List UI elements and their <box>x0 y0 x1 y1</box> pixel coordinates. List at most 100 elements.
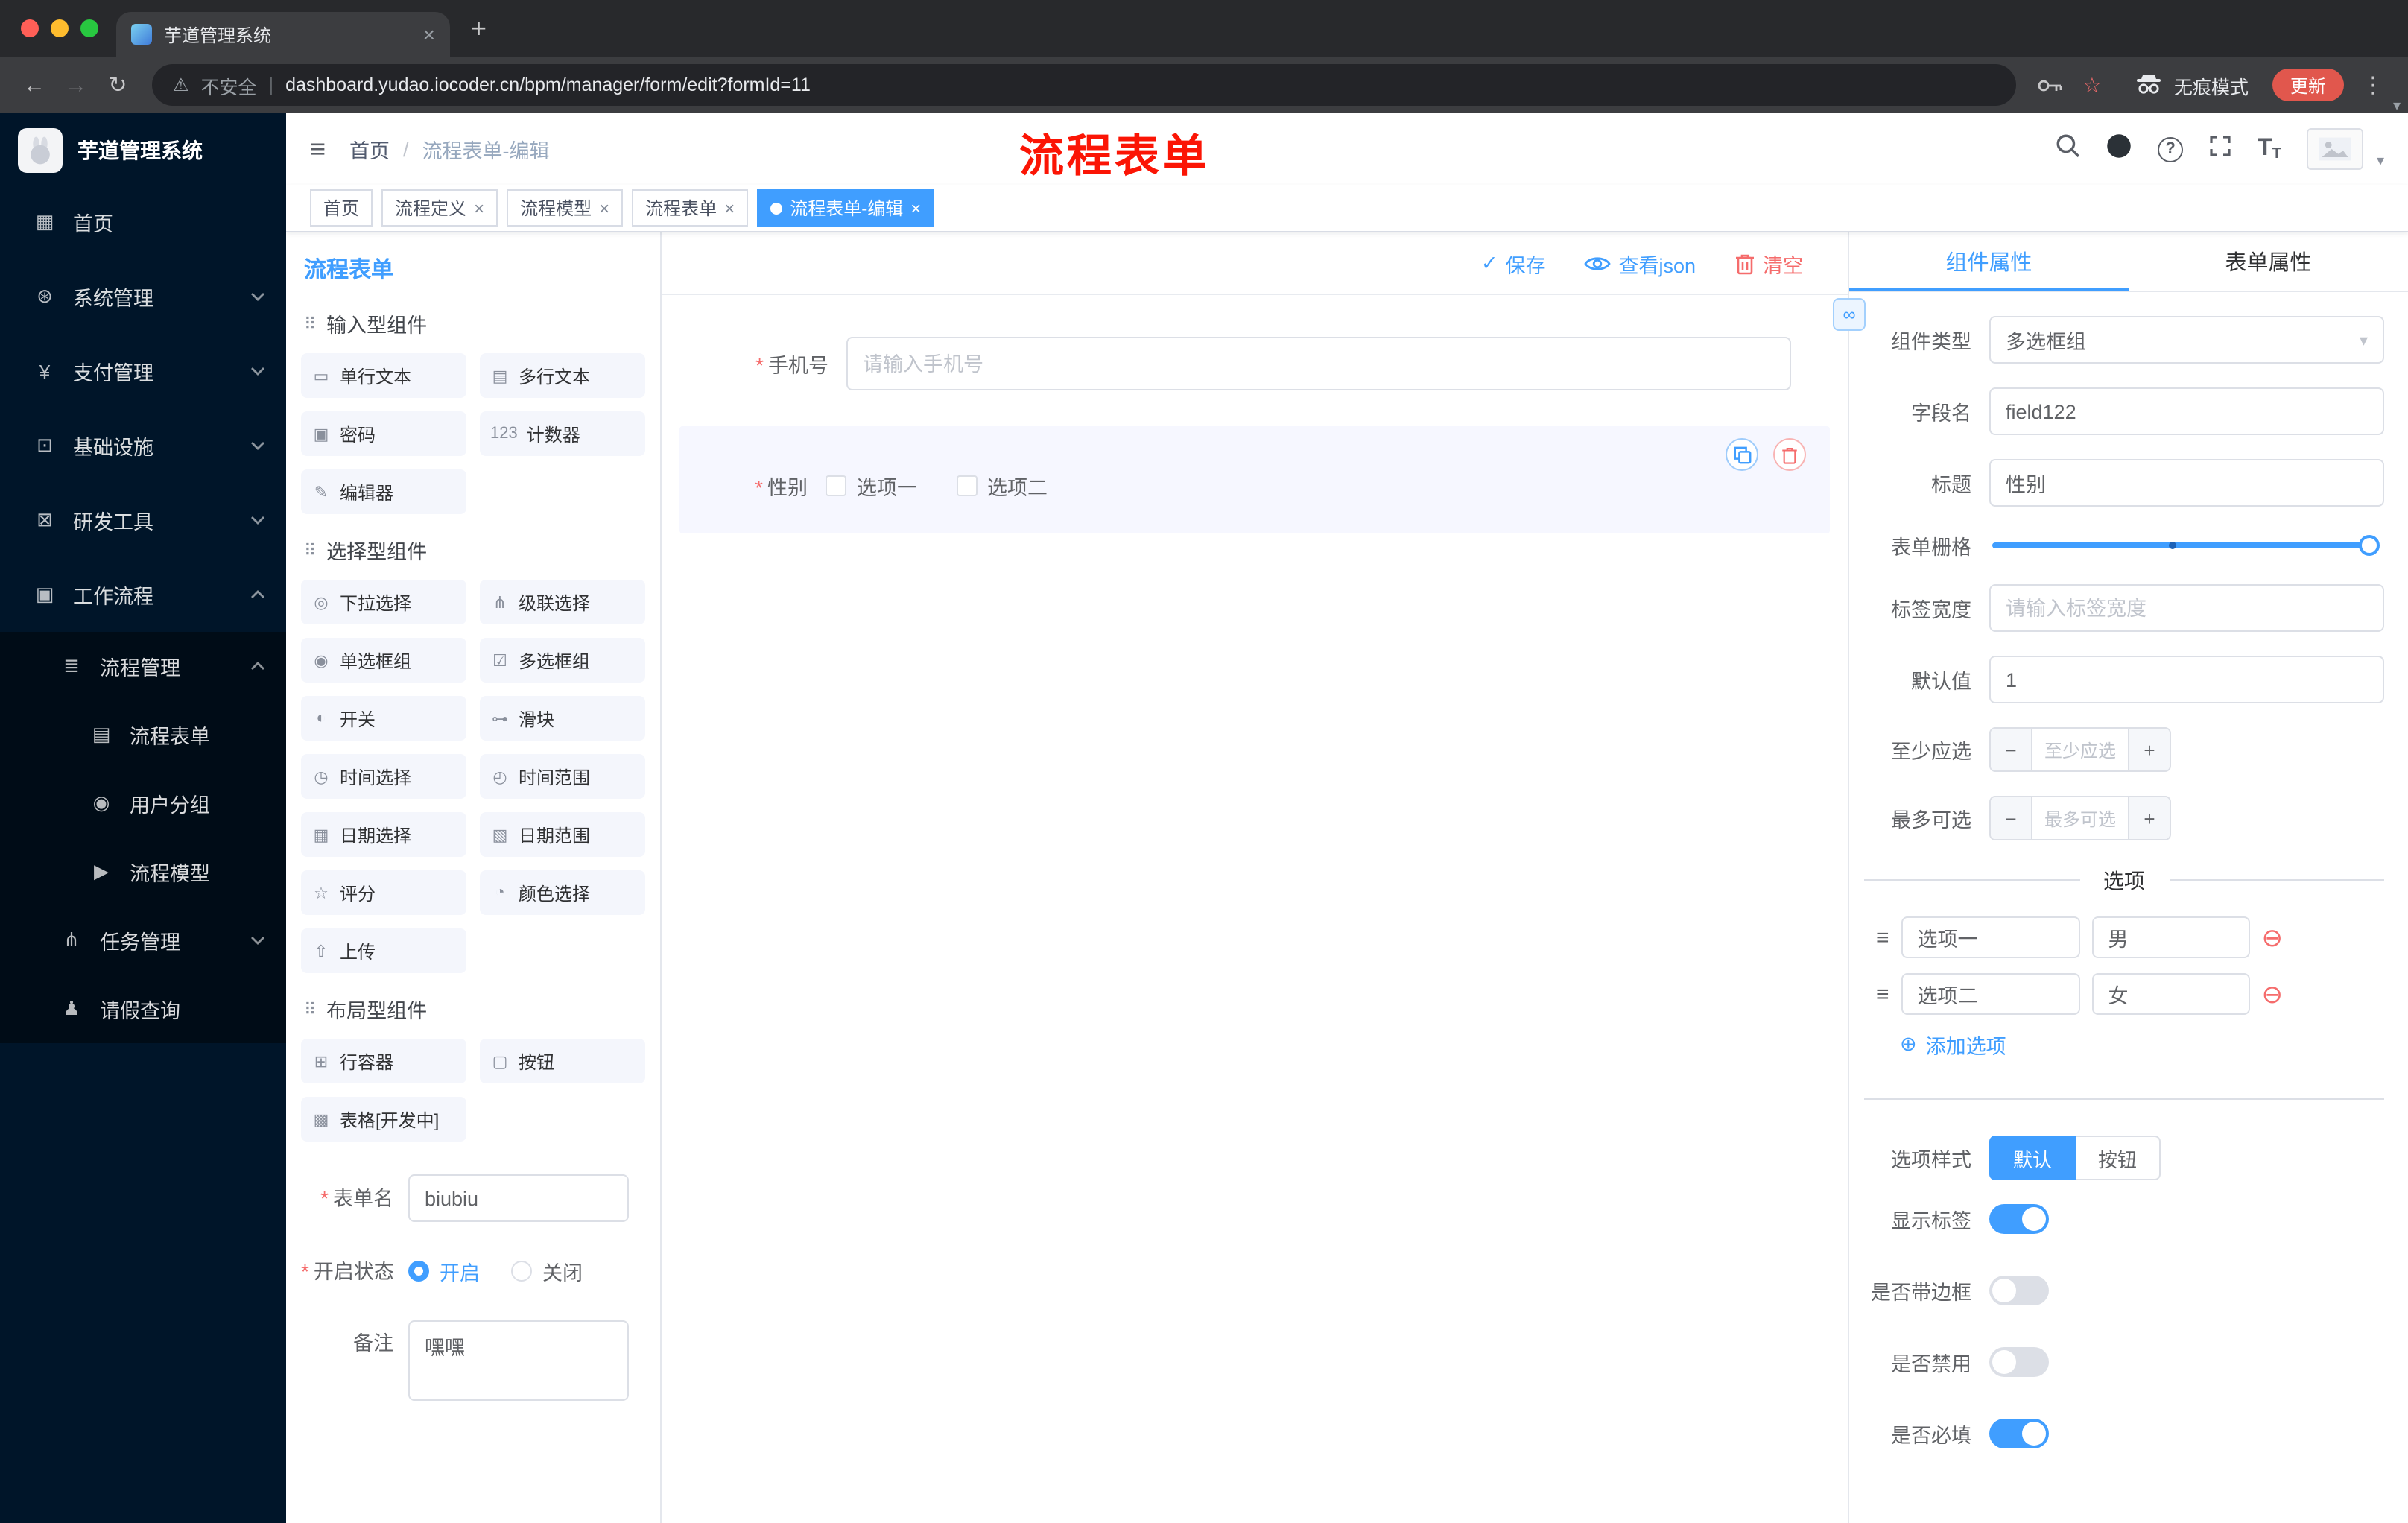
bookmark-star-icon[interactable]: ☆ <box>2073 72 2111 98</box>
chip-upload[interactable]: ⇧ 上传 <box>301 928 466 973</box>
sidebar-item-system[interactable]: ⊛ 系统管理 <box>0 259 286 334</box>
sidebar-item-payment[interactable]: ¥ 支付管理 <box>0 334 286 408</box>
checkbox-option-1[interactable]: 选项一 <box>826 471 917 501</box>
address-bar[interactable]: ⚠ 不安全 | dashboard.yudao.iocoder.cn/bpm/m… <box>152 64 2016 106</box>
chip-radio-group[interactable]: ◉ 单选框组 <box>301 638 466 683</box>
copy-field-button[interactable] <box>1726 438 1758 471</box>
clear-button[interactable]: 清空 <box>1734 248 1803 278</box>
sidebar-item-infrastructure[interactable]: ⊡ 基础设施 <box>0 408 286 483</box>
sidebar-item-home[interactable]: ▦ 首页 <box>0 185 286 259</box>
sidebar-logo[interactable]: 芋道管理系统 <box>0 116 286 185</box>
chip-date-range[interactable]: ▧ 日期范围 <box>480 812 645 857</box>
radio-disabled[interactable] <box>511 1261 532 1282</box>
remove-option-icon[interactable]: ⊖ <box>2262 981 2284 1007</box>
chip-counter[interactable]: 123 计数器 <box>480 411 645 456</box>
fullscreen-icon[interactable] <box>2208 133 2232 165</box>
minimize-window-button[interactable] <box>51 19 69 37</box>
collapse-sidebar-icon[interactable]: ≡ <box>286 133 349 165</box>
chip-multiline-text[interactable]: ▤ 多行文本 <box>480 353 645 398</box>
form-name-input[interactable] <box>408 1174 629 1222</box>
help-icon[interactable]: ? <box>2158 136 2184 162</box>
field-name-input[interactable] <box>1989 387 2384 435</box>
toolbar-chevron-down-icon[interactable]: ▾ <box>2393 98 2401 115</box>
sidebar-item-process-form[interactable]: ▤ 流程表单 <box>0 700 286 769</box>
browser-tab[interactable]: 芋道管理系统 × <box>116 12 450 57</box>
chip-slider[interactable]: ⊶ 滑块 <box>480 696 645 741</box>
chip-color-picker[interactable]: ◔ 颜色选择 <box>480 870 645 915</box>
tag-process-form[interactable]: 流程表单 × <box>632 189 749 227</box>
style-button-button[interactable]: 按钮 <box>2076 1136 2161 1180</box>
remark-textarea[interactable]: 嘿嘿 <box>408 1320 629 1401</box>
zoom-window-button[interactable] <box>80 19 98 37</box>
option-name-input[interactable] <box>1901 973 2080 1015</box>
field-phone[interactable]: * 手机号 <box>679 325 1830 402</box>
increase-button[interactable]: + <box>2128 797 2170 839</box>
chip-date-picker[interactable]: ▦ 日期选择 <box>301 812 466 857</box>
option-value-input[interactable] <box>2091 916 2250 958</box>
save-button[interactable]: ✓ 保存 <box>1481 248 1546 278</box>
option-value-input[interactable] <box>2091 973 2250 1015</box>
max-select-value[interactable]: 最多可选 <box>2032 797 2128 839</box>
reload-button[interactable]: ↻ <box>98 72 137 98</box>
drag-handle-icon[interactable]: ≡ <box>1876 925 1889 950</box>
component-type-select[interactable]: 多选框组 ▾ <box>1989 316 2384 364</box>
min-select-value[interactable]: 至少应选 <box>2032 729 2128 770</box>
new-tab-button[interactable]: + <box>471 13 487 44</box>
browser-update-button[interactable]: 更新 <box>2272 69 2344 101</box>
chip-button[interactable]: ▢ 按钮 <box>480 1039 645 1083</box>
chip-editor[interactable]: ✎ 编辑器 <box>301 469 466 514</box>
link-icon[interactable]: ∞ <box>1833 298 1866 331</box>
chip-table[interactable]: ▩ 表格[开发中] <box>301 1097 466 1142</box>
sidebar-item-user-group[interactable]: ◉ 用户分组 <box>0 769 286 838</box>
chip-row-container[interactable]: ⊞ 行容器 <box>301 1039 466 1083</box>
password-key-icon[interactable] <box>2031 75 2070 95</box>
tab-form-props[interactable]: 表单属性 <box>2129 232 2408 291</box>
back-button[interactable]: ← <box>15 72 54 98</box>
tag-home[interactable]: 首页 <box>310 189 373 227</box>
style-default-button[interactable]: 默认 <box>1989 1136 2076 1180</box>
chip-select[interactable]: ◎ 下拉选择 <box>301 580 466 624</box>
decrease-button[interactable]: − <box>1991 729 2032 770</box>
github-icon[interactable] <box>2106 132 2132 166</box>
decrease-button[interactable]: − <box>1991 797 2032 839</box>
browser-menu-icon[interactable]: ⋮ <box>2362 72 2384 98</box>
sidebar-item-devtools[interactable]: ⊠ 研发工具 <box>0 483 286 557</box>
remove-option-icon[interactable]: ⊖ <box>2262 925 2284 950</box>
view-json-button[interactable]: 查看json <box>1584 248 1696 278</box>
tag-close-icon[interactable]: × <box>474 197 484 218</box>
disabled-switch[interactable] <box>1989 1347 2049 1377</box>
tag-process-model[interactable]: 流程模型 × <box>507 189 624 227</box>
default-value-input[interactable] <box>1989 656 2384 703</box>
tag-close-icon[interactable]: × <box>724 197 735 218</box>
add-option-button[interactable]: ⊕ 添加选项 <box>1900 1030 2384 1060</box>
sidebar-item-process-model[interactable]: ▶ 流程模型 <box>0 838 286 906</box>
close-window-button[interactable] <box>21 19 39 37</box>
radio-enabled[interactable] <box>408 1261 429 1282</box>
chip-single-line-text[interactable]: ▭ 单行文本 <box>301 353 466 398</box>
chip-time-picker[interactable]: ◷ 时间选择 <box>301 754 466 799</box>
chip-rate[interactable]: ☆ 评分 <box>301 870 466 915</box>
grid-slider[interactable] <box>1992 535 2380 556</box>
text-size-icon[interactable]: TT <box>2258 136 2281 162</box>
search-icon[interactable] <box>2055 133 2080 165</box>
increase-button[interactable]: + <box>2128 729 2170 770</box>
phone-input[interactable] <box>846 337 1791 390</box>
sidebar-item-leave-query[interactable]: ♟ 请假查询 <box>0 975 286 1043</box>
checkbox-box[interactable] <box>956 475 977 496</box>
tag-close-icon[interactable]: × <box>910 197 921 218</box>
breadcrumb-home[interactable]: 首页 <box>349 134 390 164</box>
avatar-caret-icon[interactable]: ▾ <box>2377 153 2384 170</box>
tag-process-form-edit[interactable]: 流程表单-编辑 × <box>757 189 935 227</box>
sidebar-item-workflow[interactable]: ▣ 工作流程 <box>0 557 286 632</box>
title-input[interactable] <box>1989 459 2384 507</box>
label-width-input[interactable] <box>1989 584 2384 632</box>
chip-checkbox-group[interactable]: ☑ 多选框组 <box>480 638 645 683</box>
chip-cascader[interactable]: ⋔ 级联选择 <box>480 580 645 624</box>
chip-time-range[interactable]: ◴ 时间范围 <box>480 754 645 799</box>
sidebar-item-process-management[interactable]: ≣ 流程管理 <box>0 632 286 700</box>
checkbox-box[interactable] <box>826 475 846 496</box>
border-switch[interactable] <box>1989 1276 2049 1305</box>
chip-switch[interactable]: ◐ 开关 <box>301 696 466 741</box>
option-name-input[interactable] <box>1901 916 2080 958</box>
sidebar-item-task-management[interactable]: ⋔ 任务管理 <box>0 906 286 975</box>
